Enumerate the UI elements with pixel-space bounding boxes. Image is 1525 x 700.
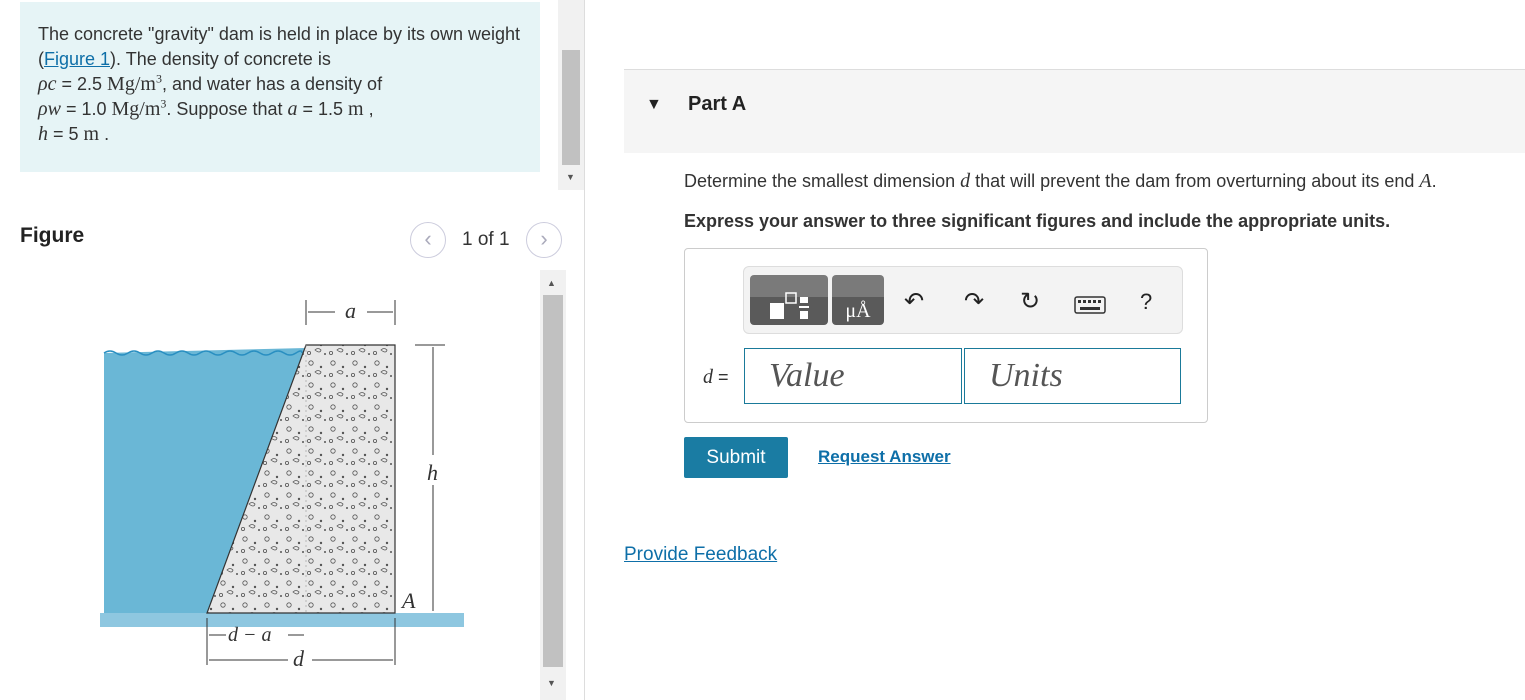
page-count: 1 of 1 [462, 229, 510, 250]
math-toolbar: μÅ ↶ ↷ ↻ ? [743, 266, 1183, 334]
dam-diagram: a h A d − a d [100, 298, 464, 671]
rho-w-symbol: ρw [38, 98, 61, 120]
request-answer-link[interactable]: Request Answer [818, 447, 951, 467]
problem-text: . [99, 124, 110, 144]
answer-box: μÅ ↶ ↷ ↻ ? d = Value Units [684, 248, 1208, 423]
rho-c-symbol: ρc [38, 73, 57, 95]
h-value: = 5 [48, 124, 84, 144]
figure-scrollbar[interactable]: ▲ ▼ [540, 270, 566, 700]
problem-text: , and water has a density of [161, 74, 383, 94]
pane-divider[interactable] [584, 0, 585, 700]
a-variable: a [287, 98, 298, 120]
problem-text: ). The density of concrete is [110, 49, 331, 69]
answer-variable-label: d = [703, 366, 729, 388]
reset-icon[interactable]: ↻ [1020, 287, 1040, 316]
scroll-down-arrow-icon[interactable]: ▼ [547, 678, 556, 688]
question-text: Determine the smallest dimension d that … [684, 170, 1437, 192]
h-variable: h [38, 123, 48, 145]
instruction-text: Express your answer to three significant… [684, 211, 1391, 231]
chevron-left-icon[interactable]: ‹ [410, 222, 446, 258]
dim-label-d: d [293, 646, 305, 671]
caret-down-icon[interactable]: ▼ [646, 96, 662, 114]
dim-label-d-minus-a: d − a [228, 624, 272, 646]
scroll-down-arrow-icon[interactable]: ▼ [566, 172, 575, 182]
a-unit: m [348, 98, 364, 120]
h-unit: m [83, 123, 100, 145]
scroll-up-arrow-icon[interactable]: ▲ [547, 278, 556, 288]
dim-label-a: a [345, 298, 356, 323]
value-input[interactable]: Value [744, 348, 962, 404]
templates-button[interactable] [750, 275, 828, 325]
submit-button[interactable]: Submit [684, 437, 788, 478]
problem-scrollbar[interactable]: ▼ [558, 0, 584, 190]
part-title: Part A [688, 93, 747, 115]
scrollbar-thumb[interactable] [562, 50, 580, 165]
figure-header: Figure ‹ 1 of 1 › [20, 222, 565, 258]
scrollbar-thumb[interactable] [543, 295, 563, 667]
rho-c-value: = 2.5 [56, 74, 108, 94]
part-header[interactable]: ▼ Part A [624, 69, 1525, 153]
problem-text: , [363, 99, 374, 119]
ground [100, 613, 464, 627]
left-pane: The concrete "gravity" dam is held in pl… [0, 0, 584, 700]
redo-icon[interactable]: ↷ [964, 287, 984, 316]
a-value: = 1.5 [297, 99, 349, 119]
help-icon[interactable]: ? [1140, 289, 1152, 315]
templates-icon [770, 292, 809, 319]
dam-figure: a h A d − a d [20, 270, 540, 700]
rho-w-value: = 1.0 [60, 99, 112, 119]
problem-text: . Suppose that [166, 99, 288, 119]
rho-c-unit: Mg/m3 [107, 71, 162, 95]
point-label-A: A [400, 588, 416, 613]
units-button[interactable]: μÅ [832, 275, 884, 325]
undo-icon[interactable]: ↶ [904, 287, 924, 316]
figure-link[interactable]: Figure 1 [44, 49, 110, 69]
chevron-right-icon[interactable]: › [526, 222, 562, 258]
keyboard-icon[interactable] [1074, 293, 1106, 321]
figure-title: Figure [20, 224, 85, 247]
units-button-glyph: μÅ [845, 300, 871, 322]
units-input[interactable]: Units [964, 348, 1181, 404]
dim-label-h: h [427, 460, 438, 485]
provide-feedback-link[interactable]: Provide Feedback [624, 544, 777, 566]
rho-w-unit: Mg/m3 [111, 96, 167, 120]
problem-statement: The concrete "gravity" dam is held in pl… [20, 2, 540, 172]
